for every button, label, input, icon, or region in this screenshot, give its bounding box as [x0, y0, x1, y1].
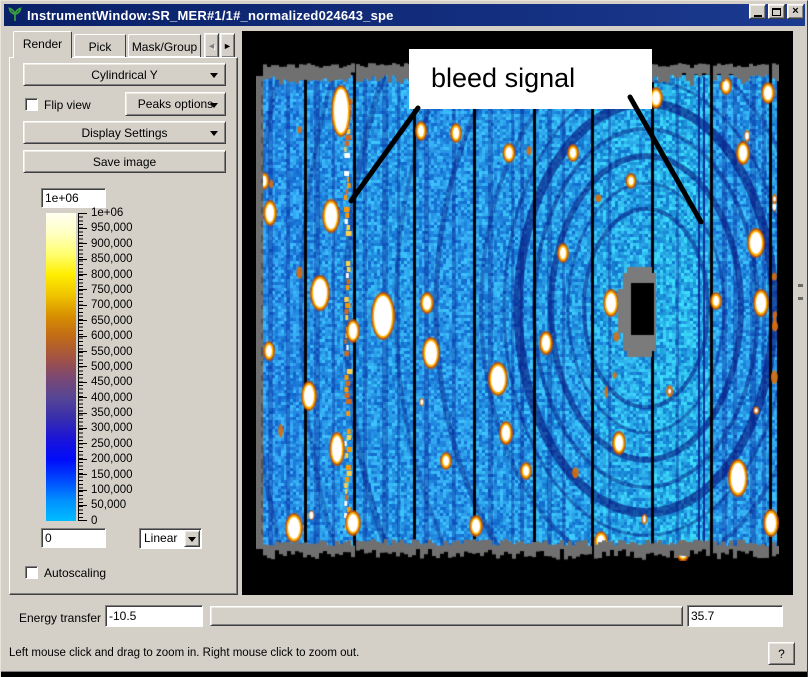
tick-label: 800,000: [91, 269, 133, 281]
chevron-down-icon: [210, 131, 218, 136]
tick-label: 100,000: [91, 484, 133, 496]
chevron-right-icon: ►: [223, 41, 232, 51]
tick-mark: [79, 520, 87, 521]
scale-min-input[interactable]: [41, 528, 106, 548]
tick-mark: [79, 213, 87, 214]
close-icon: ×: [792, 6, 798, 17]
scale-max-input[interactable]: [41, 188, 106, 208]
instrument-view[interactable]: bleed signal: [242, 31, 793, 595]
splitter-handle[interactable]: [798, 284, 803, 306]
window-title: InstrumentWindow:SR_MER#1/1#_normalized0…: [27, 8, 394, 23]
tick-label: 400,000: [91, 392, 133, 404]
tick-mark: [79, 397, 87, 398]
energy-transfer-label: Energy transfer: [19, 611, 101, 625]
projection-dropdown-label: Cylindrical Y: [91, 68, 157, 82]
tick-label: 350,000: [91, 407, 133, 419]
peaks-options-label: Peaks options: [138, 97, 213, 111]
title-bar[interactable]: InstrumentWindow:SR_MER#1/1#_normalized0…: [4, 4, 805, 26]
tick-label: 0: [91, 515, 97, 527]
tick-label: 50,000: [91, 499, 126, 511]
tick-mark: [79, 259, 87, 260]
tick-mark: [79, 274, 87, 275]
tick-mark: [79, 336, 87, 337]
maximize-icon: [772, 8, 781, 16]
chevron-down-icon: [188, 537, 196, 542]
tick-mark: [79, 289, 87, 290]
chevron-down-icon: [210, 73, 218, 78]
tab-scroll-left-button[interactable]: ◄: [204, 33, 219, 58]
flip-view-label: Flip view: [44, 98, 91, 112]
instrument-window: InstrumentWindow:SR_MER#1/1#_normalized0…: [0, 0, 808, 677]
tick-label: 850,000: [91, 253, 133, 265]
projection-dropdown[interactable]: Cylindrical Y: [23, 63, 226, 86]
tick-mark: [79, 428, 87, 429]
tick-mark: [79, 351, 87, 352]
tick-label: 950,000: [91, 222, 133, 234]
tick-mark: [79, 474, 87, 475]
close-button[interactable]: ×: [787, 4, 804, 19]
minimize-icon: [754, 15, 762, 17]
energy-max-input[interactable]: [687, 605, 783, 627]
tick-mark: [79, 366, 87, 367]
tab-scroll-right-button[interactable]: ►: [220, 33, 235, 58]
display-settings-label: Display Settings: [81, 126, 167, 140]
help-icon: ?: [778, 647, 785, 661]
tick-label: 200,000: [91, 453, 133, 465]
tick-label: 650,000: [91, 315, 133, 327]
tick-label: 450,000: [91, 376, 133, 388]
tab-pick[interactable]: Pick: [74, 34, 126, 57]
tab-label: Render: [23, 37, 62, 51]
chevron-left-icon: ◄: [207, 41, 216, 51]
tick-mark: [79, 443, 87, 444]
tick-label: 600,000: [91, 330, 133, 342]
tick-label: 150,000: [91, 469, 133, 481]
colorbar-tick-labels: 1e+06 950,000 900,000 850,000 800,000 750,000…: [79, 206, 209, 528]
tick-mark: [79, 243, 87, 244]
window-bottom-edge: [1, 671, 808, 677]
tick-mark: [79, 459, 87, 460]
tab-label: Mask/Group: [132, 40, 197, 54]
help-button[interactable]: ?: [768, 642, 795, 665]
energy-transfer-slider[interactable]: [210, 606, 683, 626]
tick-label: 300,000: [91, 422, 133, 434]
flip-view-checkbox[interactable]: [25, 98, 38, 111]
scale-type-value: Linear: [144, 531, 177, 545]
tick-label: 500,000: [91, 361, 133, 373]
colorbar[interactable]: [46, 213, 76, 521]
tick-mark: [79, 413, 87, 414]
scale-type-dropdown[interactable]: Linear: [139, 528, 202, 549]
minimize-button[interactable]: [749, 4, 766, 19]
bleed-signal-annotation: bleed signal: [409, 49, 652, 109]
tick-mark: [79, 490, 87, 491]
tick-label: 550,000: [91, 346, 133, 358]
maximize-button[interactable]: [768, 4, 785, 19]
bleed-signal-label: bleed signal: [431, 63, 575, 93]
tick-label: 1e+06: [91, 207, 123, 219]
save-image-label: Save image: [93, 155, 156, 169]
display-settings-dropdown[interactable]: Display Settings: [23, 121, 226, 144]
tab-mask-group[interactable]: Mask/Group: [128, 34, 201, 57]
energy-min-input[interactable]: [105, 605, 203, 627]
tick-mark: [79, 305, 87, 306]
detector-image[interactable]: [256, 61, 779, 561]
tick-mark: [79, 505, 87, 506]
tab-label: Pick: [89, 40, 112, 54]
save-image-button[interactable]: Save image: [23, 150, 226, 173]
status-bar-text: Left mouse click and drag to zoom in. Ri…: [9, 647, 359, 659]
tick-label: 750,000: [91, 284, 133, 296]
scale-type-arrow-button[interactable]: [184, 530, 200, 547]
chevron-down-icon: [210, 103, 218, 108]
tab-render[interactable]: Render: [13, 31, 72, 58]
tick-label: 900,000: [91, 238, 133, 250]
autoscaling-label: Autoscaling: [44, 566, 106, 580]
autoscaling-checkbox[interactable]: [25, 566, 38, 579]
peaks-options-dropdown[interactable]: Peaks options: [125, 92, 226, 116]
tick-mark: [79, 320, 87, 321]
tick-label: 700,000: [91, 299, 133, 311]
app-plant-icon: [7, 7, 23, 23]
tick-mark: [79, 382, 87, 383]
tick-label: 250,000: [91, 438, 133, 450]
tick-mark: [79, 228, 87, 229]
